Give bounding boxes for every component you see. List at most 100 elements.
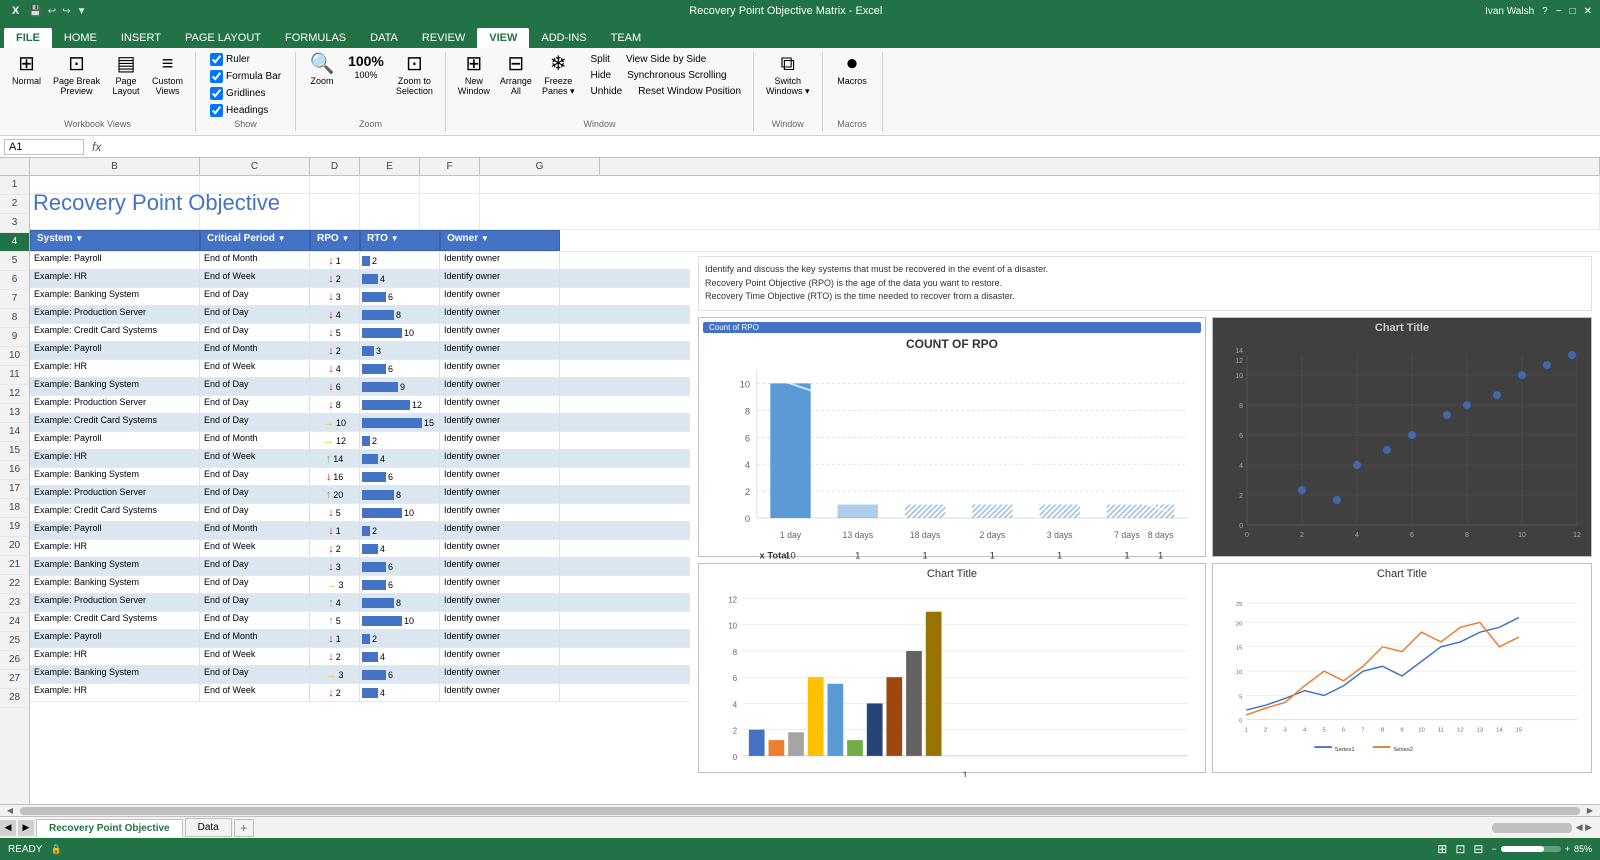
cell-2-rest[interactable] (480, 194, 1600, 229)
cell-1-d[interactable] (310, 176, 360, 193)
cell-owner[interactable]: Identify owner (440, 396, 560, 413)
th-rpo[interactable]: RPO ▼ (310, 230, 360, 251)
cell-period[interactable]: End of Day (200, 486, 310, 503)
cell-owner[interactable]: Identify owner (440, 288, 560, 305)
help-btn[interactable]: ? (1542, 6, 1548, 17)
cell-period[interactable]: End of Day (200, 288, 310, 305)
cell-owner[interactable]: Identify owner (440, 684, 560, 701)
close-btn[interactable]: ✕ (1584, 6, 1592, 17)
cell-rpo[interactable]: →3 (310, 666, 360, 683)
btn-page-layout[interactable]: ▤ PageLayout (108, 52, 144, 98)
cell-rpo[interactable]: ↑4 (310, 594, 360, 611)
cell-period[interactable]: End of Day (200, 468, 310, 485)
cell-period[interactable]: End of Month (200, 522, 310, 539)
headings-checkbox[interactable] (210, 104, 223, 117)
btn-zoom-selection[interactable]: ⊡ Zoom toSelection (392, 52, 437, 98)
btn-switch-windows[interactable]: ⧉ SwitchWindows ▾ (762, 52, 814, 99)
h-scrollbar[interactable]: ◀ ▶ (0, 804, 1600, 816)
cell-rto[interactable]: 6 (360, 666, 440, 683)
cell-system[interactable]: Example: Banking System (30, 378, 200, 395)
cell-rto[interactable]: 2 (360, 432, 440, 449)
gridlines-checkbox[interactable] (210, 87, 223, 100)
cell-period[interactable]: End of Day (200, 612, 310, 629)
btn-custom-views[interactable]: ≡ CustomViews (148, 52, 187, 98)
cell-period[interactable]: End of Week (200, 648, 310, 665)
scroll-left[interactable]: ◀ (0, 806, 20, 815)
cell-owner[interactable]: Identify owner (440, 594, 560, 611)
tab-home[interactable]: HOME (52, 28, 109, 48)
formula-bar-checkbox[interactable] (210, 70, 223, 83)
cell-rto[interactable]: 6 (360, 360, 440, 377)
cell-rpo[interactable]: ↓6 (310, 378, 360, 395)
sheet-tab-rpo[interactable]: Recovery Point Objective (36, 819, 183, 837)
cell-rto[interactable]: 10 (360, 324, 440, 341)
cell-2-e[interactable] (360, 194, 420, 229)
btn-hide[interactable]: Hide (587, 68, 616, 83)
btn-new-window[interactable]: ⊞ NewWindow (454, 52, 494, 99)
cell-rpo[interactable]: ↑20 (310, 486, 360, 503)
cell-system[interactable]: Example: HR (30, 648, 200, 665)
cell-2-c[interactable] (200, 194, 310, 229)
scroll-track[interactable] (20, 807, 1580, 815)
cell-system[interactable]: Example: Payroll (30, 342, 200, 359)
cell-rto[interactable]: 8 (360, 486, 440, 503)
cell-period[interactable]: End of Month (200, 252, 310, 269)
cell-period[interactable]: End of Week (200, 360, 310, 377)
cell-rto[interactable]: 2 (360, 252, 440, 269)
cell-period[interactable]: End of Day (200, 594, 310, 611)
cell-rto[interactable]: 4 (360, 270, 440, 287)
btn-normal[interactable]: ⊞ Normal (8, 52, 45, 88)
cell-system[interactable]: Example: Production Server (30, 396, 200, 413)
cell-owner[interactable]: Identify owner (440, 648, 560, 665)
cell-owner[interactable]: Identify owner (440, 504, 560, 521)
cell-rpo[interactable]: ↑5 (310, 612, 360, 629)
tab-addins[interactable]: ADD-INS (529, 28, 598, 48)
cell-owner[interactable]: Identify owner (440, 252, 560, 269)
cell-owner[interactable]: Identify owner (440, 360, 560, 377)
cell-rto[interactable]: 6 (360, 288, 440, 305)
cell-system[interactable]: Example: Credit Card Systems (30, 504, 200, 521)
cell-owner[interactable]: Identify owner (440, 576, 560, 593)
view-page-layout-icon[interactable]: ⊡ (1455, 842, 1465, 856)
btn-split[interactable]: Split (587, 52, 614, 67)
cell-owner[interactable]: Identify owner (440, 342, 560, 359)
cell-rpo[interactable]: ↓2 (310, 684, 360, 701)
cell-owner[interactable]: Identify owner (440, 468, 560, 485)
cell-period[interactable]: End of Week (200, 450, 310, 467)
cell-rto[interactable]: 2 (360, 630, 440, 647)
cell-period[interactable]: End of Day (200, 324, 310, 341)
cell-rto[interactable]: 8 (360, 306, 440, 323)
tab-page-layout[interactable]: PAGE LAYOUT (173, 28, 273, 48)
cell-period[interactable]: End of Day (200, 396, 310, 413)
cell-owner[interactable]: Identify owner (440, 432, 560, 449)
cell-1-e[interactable] (360, 176, 420, 193)
sheet-scroll-right[interactable]: ▶ (18, 820, 34, 836)
th-rto[interactable]: RTO ▼ (360, 230, 440, 251)
btn-arrange-all[interactable]: ⊟ ArrangeAll (496, 52, 536, 99)
minimize-btn[interactable]: − (1556, 6, 1562, 17)
cell-rpo[interactable]: ↓3 (310, 288, 360, 305)
cell-rpo[interactable]: ↓1 (310, 522, 360, 539)
cell-rto[interactable]: 9 (360, 378, 440, 395)
th-owner[interactable]: Owner ▼ (440, 230, 560, 251)
zoom-slider[interactable] (1501, 846, 1561, 852)
cell-rto[interactable]: 15 (360, 414, 440, 431)
cell-rpo[interactable]: ↓2 (310, 342, 360, 359)
cell-owner[interactable]: Identify owner (440, 414, 560, 431)
btn-100[interactable]: 100% 100% (344, 52, 388, 82)
rpo-bar-chart[interactable]: Count of RPO COUNT OF RPO (698, 317, 1206, 557)
cell-rpo[interactable]: ↓2 (310, 270, 360, 287)
cell-2-f[interactable] (420, 194, 480, 229)
zoom-in-btn[interactable]: + (1565, 844, 1570, 854)
cell-system[interactable]: Example: HR (30, 450, 200, 467)
btn-unhide[interactable]: Unhide (587, 84, 627, 99)
cell-1-f[interactable] (420, 176, 480, 193)
cell-system[interactable]: Example: Production Server (30, 306, 200, 323)
cell-rto[interactable]: 12 (360, 396, 440, 413)
sheet-tab-data[interactable]: Data (185, 818, 232, 837)
cell-system[interactable]: Example: Payroll (30, 522, 200, 539)
cell-system[interactable]: Example: Production Server (30, 594, 200, 611)
scroll-right[interactable]: ▶ (1580, 806, 1600, 815)
maximize-btn[interactable]: □ (1570, 6, 1576, 17)
cell-rpo[interactable]: ↓2 (310, 648, 360, 665)
